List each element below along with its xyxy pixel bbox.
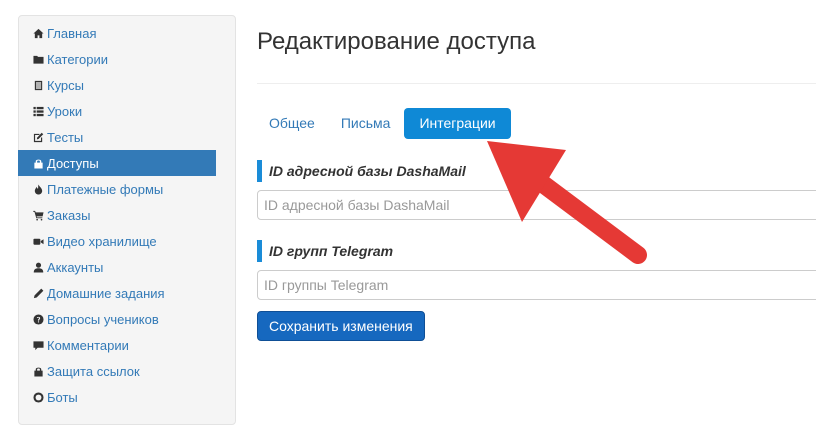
sidebar-item-student-questions[interactable]: Вопросы учеников [18,306,216,332]
sidebar-item-video-storage[interactable]: Видео хранилище [18,228,216,254]
telegram-group-id-input[interactable] [257,270,816,300]
sidebar-item-label: Заказы [47,207,91,223]
save-changes-button[interactable]: Сохранить изменения [257,311,425,341]
lock-icon [33,365,44,377]
bot-icon [33,391,44,403]
sidebar-item-label: Категории [47,51,108,67]
sidebar-item-label: Курсы [47,77,85,93]
pencil-icon [33,287,44,299]
sidebar-item-label: Главная [47,25,97,41]
sidebar-item-categories[interactable]: Категории [18,46,216,72]
sidebar-item-label: Платежные формы [47,181,164,197]
comment-icon [33,339,44,351]
sidebar-item-label: Домашние задания [47,285,165,301]
home-icon [33,27,44,39]
tab-integrations[interactable]: Интеграции [404,108,511,139]
page-title: Редактирование доступа [257,28,536,55]
video-icon [33,235,44,247]
sidebar-item-label: Видео хранилище [47,233,157,249]
tab-general[interactable]: Общее [257,108,327,139]
question-icon [33,313,44,325]
sidebar-item-label: Тесты [47,129,84,145]
sidebar-item-label: Уроки [47,103,83,119]
tab-bar: Общее Письма Интеграции [257,108,513,139]
sidebar-item-courses[interactable]: Курсы [18,72,216,98]
sidebar-nav: Главная Категории Курсы Уроки Тесты Дост… [18,20,216,410]
title-divider [257,83,816,84]
sidebar-item-label: Доступы [47,155,99,171]
user-icon [33,261,44,273]
sidebar-item-homework[interactable]: Домашние задания [18,280,216,306]
edit-icon [33,131,44,143]
sidebar-item-accounts[interactable]: Аккаунты [18,254,216,280]
dashamail-id-label: ID адресной базы DashaMail [257,160,657,182]
sidebar-item-label: Аккаунты [47,259,104,275]
fire-icon [33,183,44,195]
sidebar-item-bots[interactable]: Боты [18,384,216,410]
lock-icon [33,157,44,169]
sidebar-item-access[interactable]: Доступы [18,150,216,176]
telegram-group-id-label: ID групп Telegram [257,240,657,262]
sidebar-item-comments[interactable]: Комментарии [18,332,216,358]
folder-icon [33,53,44,65]
sidebar-item-label: Защита ссылок [47,363,140,379]
sidebar-item-home[interactable]: Главная [18,20,216,46]
cart-icon [33,209,44,221]
sidebar-item-payment-forms[interactable]: Платежные формы [18,176,216,202]
list-icon [33,105,44,117]
sidebar-item-label: Комментарии [47,337,129,353]
sidebar-item-link-protection[interactable]: Защита ссылок [18,358,216,384]
sidebar-item-label: Вопросы учеников [47,311,159,327]
sidebar-item-lessons[interactable]: Уроки [18,98,216,124]
dashamail-id-input[interactable] [257,190,816,220]
book-icon [33,79,44,91]
sidebar-item-tests[interactable]: Тесты [18,124,216,150]
sidebar-item-label: Боты [47,389,78,405]
sidebar-item-orders[interactable]: Заказы [18,202,216,228]
tab-letters[interactable]: Письма [329,108,403,139]
